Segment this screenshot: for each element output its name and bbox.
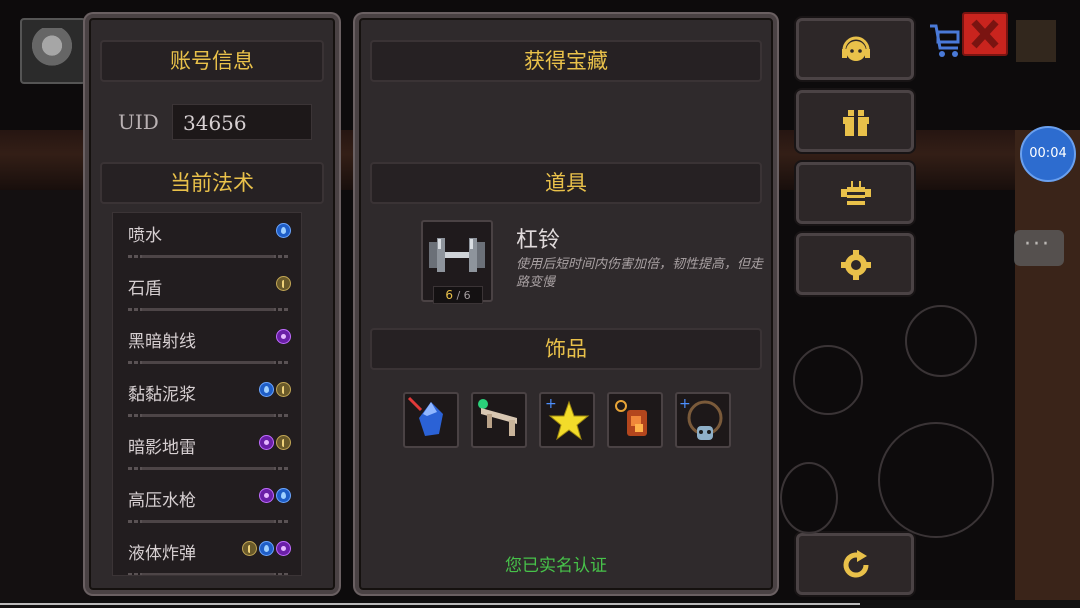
spell-name: 暗影地雷: [128, 438, 196, 458]
bone-wand-icon: [478, 399, 517, 436]
spell-name: 液体炸弹: [128, 544, 196, 564]
dark-skill-button[interactable]: [780, 462, 838, 534]
uid-label: UID: [118, 110, 159, 134]
spell-name: 黑暗射线: [128, 332, 196, 352]
divider: [128, 467, 288, 470]
close-icon: [971, 19, 999, 49]
headset-icon: [842, 36, 870, 61]
accessory-slot[interactable]: +: [539, 392, 595, 448]
earth-element-icon: [276, 435, 291, 450]
verified-status: 您已实名认证: [505, 556, 607, 576]
spell-name: 高压水枪: [128, 491, 196, 511]
divider: [128, 520, 288, 523]
spell-elements: [259, 488, 291, 503]
dark-element-icon: [259, 488, 274, 503]
earth-element-icon: [276, 382, 291, 397]
player-portrait[interactable]: [20, 18, 86, 84]
list-item[interactable]: 石盾: [113, 266, 301, 318]
divider: [128, 361, 288, 364]
spell-elements: [242, 541, 291, 556]
water-element-icon: [259, 382, 274, 397]
divider: [128, 255, 288, 258]
gift-icon: [843, 110, 869, 136]
svg-text:+: +: [679, 396, 691, 412]
spell-list[interactable]: 喷水 石盾 黑暗射线 黏黏泥浆 暗影地雷 高压水枪 液体炸弹: [112, 212, 302, 576]
item-name: 杠铃: [516, 228, 561, 253]
progress-bar: [0, 600, 1080, 608]
water-element-icon: [276, 488, 291, 503]
treasure-header: 获得宝藏: [370, 40, 762, 82]
barbell-icon: [429, 238, 485, 272]
background-tile: [1016, 20, 1056, 62]
list-item[interactable]: 暗影地雷: [113, 425, 301, 477]
list-item[interactable]: 液体炸弹: [113, 531, 301, 575]
spell-name: 喷水: [128, 226, 162, 246]
spell-name: 黏黏泥浆: [128, 385, 196, 405]
skill-button[interactable]: [905, 305, 977, 377]
accessories-header: 饰品: [370, 328, 762, 370]
gift-button[interactable]: [796, 90, 914, 152]
spell-elements: [276, 329, 291, 344]
dark-element-icon: [259, 435, 274, 450]
bee-button[interactable]: [796, 162, 914, 224]
gear-icon: [841, 250, 871, 280]
orange-charm-icon: [615, 400, 647, 436]
restart-button[interactable]: [796, 533, 914, 595]
uid-value: 34656: [172, 104, 312, 140]
close-button[interactable]: [962, 12, 1008, 56]
restart-icon: [843, 550, 869, 578]
chat-icon[interactable]: [1014, 230, 1064, 266]
accessory-slot[interactable]: [607, 392, 663, 448]
water-element-icon: [259, 541, 274, 556]
treasure-panel: [355, 14, 777, 594]
accessory-slot[interactable]: [403, 392, 459, 448]
dark-element-icon: [276, 541, 291, 556]
accessory-slot[interactable]: +: [675, 392, 731, 448]
divider: [128, 414, 288, 417]
water-element-icon: [276, 223, 291, 238]
settings-button[interactable]: [796, 233, 914, 295]
customer-service-button[interactable]: [796, 18, 914, 80]
star-icon: +: [545, 396, 590, 441]
item-count-current: 6: [445, 288, 453, 302]
earth-element-icon: [276, 276, 291, 291]
item-count-badge: 6 / 6: [433, 286, 483, 304]
spell-elements: [276, 276, 291, 291]
spell-name: 石盾: [128, 279, 162, 299]
divider: [128, 573, 288, 575]
earth-element-icon: [242, 541, 257, 556]
list-item[interactable]: 高压水枪: [113, 478, 301, 530]
spell-elements: [276, 223, 291, 238]
background-left-strip: [0, 190, 90, 608]
background-wall: [1015, 130, 1080, 608]
item-count-max: 6: [463, 289, 471, 302]
spells-header: 当前法术: [100, 162, 324, 204]
bee-icon: [841, 181, 871, 205]
recording-timer[interactable]: 00:04: [1020, 126, 1076, 182]
svg-text:+: +: [545, 396, 557, 412]
list-item[interactable]: 黑暗射线: [113, 319, 301, 371]
list-item[interactable]: 喷水: [113, 213, 301, 265]
account-header: 账号信息: [100, 40, 324, 82]
spell-elements: [259, 382, 291, 397]
cart-icon[interactable]: [928, 18, 962, 62]
skull-necklace-icon: +: [679, 396, 723, 440]
blue-gem-icon: [407, 396, 443, 436]
attack-joystick[interactable]: [878, 422, 994, 538]
dark-element-icon: [276, 329, 291, 344]
items-header: 道具: [370, 162, 762, 204]
divider: [128, 308, 288, 311]
item-count-separator: /: [456, 289, 461, 302]
item-description: 使用后短时间内伤害加倍，韧性提高，但走路变慢: [516, 257, 764, 290]
spell-elements: [259, 435, 291, 450]
list-item[interactable]: 黏黏泥浆: [113, 372, 301, 424]
water-skill-button[interactable]: [793, 345, 863, 415]
accessory-slot[interactable]: [471, 392, 527, 448]
